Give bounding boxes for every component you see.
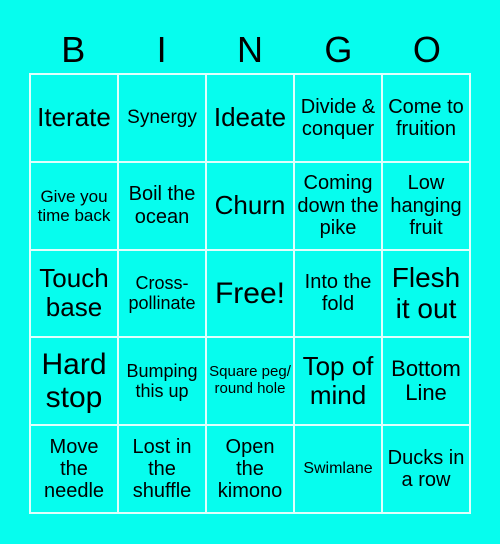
bingo-cell[interactable]: Coming down the pike bbox=[294, 161, 382, 250]
bingo-cell[interactable]: Iterate bbox=[30, 74, 118, 162]
bingo-header: B I N G O bbox=[29, 28, 471, 72]
header-letter-o: O bbox=[412, 29, 441, 70]
bingo-cell[interactable]: Open the kimono bbox=[206, 425, 294, 513]
bingo-cell[interactable]: Swimlane bbox=[294, 425, 382, 513]
bingo-cell[interactable]: Lost in the shuffle bbox=[118, 425, 206, 513]
bingo-cell[interactable]: Ideate bbox=[206, 74, 294, 162]
bingo-cell[interactable]: Into the fold bbox=[294, 249, 382, 338]
bingo-cell[interactable]: Top of mind bbox=[294, 337, 382, 426]
bingo-cell[interactable]: Low hanging fruit bbox=[382, 161, 470, 250]
header-letter-b: B bbox=[61, 29, 86, 70]
bingo-cell[interactable]: Flesh it out bbox=[382, 249, 470, 338]
header-letter-g: G bbox=[324, 29, 353, 70]
bingo-cell[interactable]: Come to fruition bbox=[382, 74, 470, 162]
bingo-cell[interactable]: Synergy bbox=[118, 74, 206, 162]
bingo-cell[interactable]: Boil the ocean bbox=[118, 161, 206, 250]
bingo-cell[interactable]: Square peg/ round hole bbox=[206, 337, 294, 426]
bingo-cell[interactable]: Ducks in a row bbox=[382, 425, 470, 513]
bingo-cell[interactable]: Cross-pollinate bbox=[118, 249, 206, 338]
bingo-card: Iterate Synergy Ideate Divide & conquer Come… bbox=[29, 73, 471, 514]
bingo-cell[interactable]: Churn bbox=[206, 161, 294, 250]
bingo-cell[interactable]: Touch base bbox=[30, 249, 118, 338]
bingo-cell[interactable]: Give you time back bbox=[30, 161, 118, 250]
bingo-cell[interactable]: Divide & conquer bbox=[294, 74, 382, 162]
free-space-cell[interactable]: Free! bbox=[206, 249, 294, 338]
bingo-cell[interactable]: Hard stop bbox=[30, 337, 118, 426]
header-letter-n: N bbox=[237, 29, 264, 70]
header-letter-i: I bbox=[156, 29, 167, 70]
bingo-cell[interactable]: Bottom Line bbox=[382, 337, 470, 426]
bingo-cell[interactable]: Bumping this up bbox=[118, 337, 206, 426]
bingo-cell[interactable]: Move the needle bbox=[30, 425, 118, 513]
